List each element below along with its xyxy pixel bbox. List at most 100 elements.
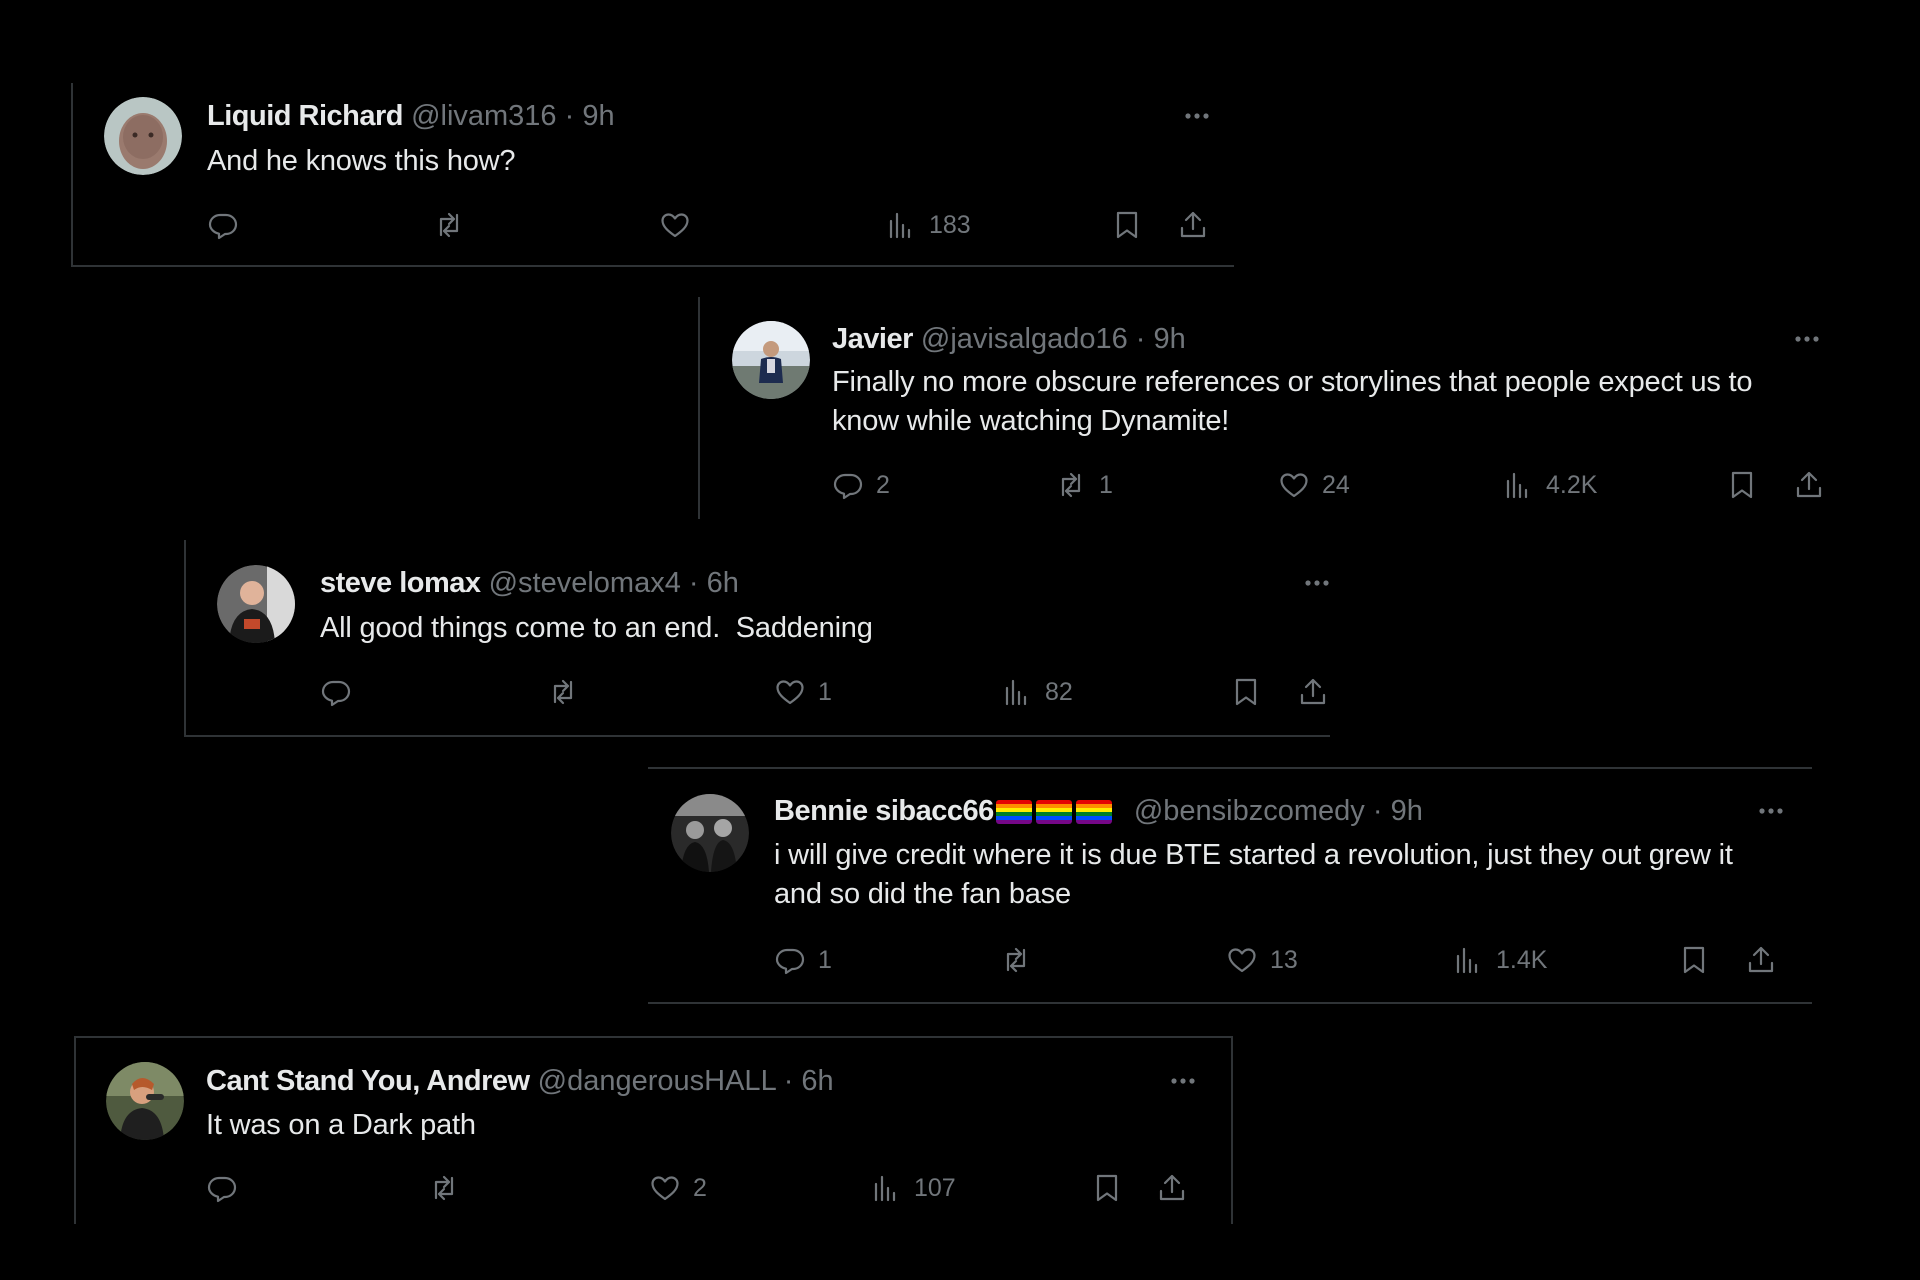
- handle[interactable]: @javisalgado16: [921, 323, 1128, 355]
- display-name[interactable]: Bennie sibacc66: [774, 795, 994, 827]
- rainbow-flag-icon: [1035, 800, 1072, 824]
- heart-icon: [1228, 948, 1256, 973]
- handle[interactable]: @dangerousHALL: [538, 1065, 776, 1097]
- timestamp[interactable]: 9h: [1391, 795, 1423, 827]
- more-dots-icon[interactable]: [1754, 794, 1788, 828]
- avatar[interactable]: [106, 1062, 184, 1140]
- tweet-header: Cant Stand You, Andrew @dangerousHALL · …: [206, 1064, 834, 1098]
- display-name[interactable]: Cant Stand You, Andrew: [206, 1065, 530, 1097]
- heart-icon: [651, 1176, 679, 1201]
- reply-icon: [207, 1176, 237, 1203]
- tweet-card[interactable]: Bennie sibacc66 @bensibzcomedy · 9h i wi…: [648, 767, 1812, 1004]
- tweet-card[interactable]: Liquid Richard @livam316 · 9h And he kno…: [71, 83, 1234, 267]
- bookmark-icon: [1096, 1174, 1118, 1202]
- reply-button[interactable]: [320, 672, 364, 712]
- repost-button[interactable]: [428, 1168, 472, 1208]
- views-button[interactable]: 4.2K: [1502, 465, 1597, 505]
- timestamp[interactable]: 6h: [801, 1065, 833, 1097]
- like-button[interactable]: 13: [1226, 940, 1298, 980]
- more-dots-icon[interactable]: [1300, 566, 1334, 600]
- reply-button[interactable]: 1: [774, 940, 832, 980]
- repost-icon: [434, 1175, 454, 1201]
- reply-count: 2: [876, 470, 890, 499]
- bookmark-button[interactable]: [1726, 465, 1758, 505]
- heart-icon: [776, 680, 804, 705]
- action-bar: 1 82: [320, 672, 1326, 712]
- avatar[interactable]: [104, 97, 182, 175]
- share-icon: [1796, 471, 1822, 498]
- bookmark-button[interactable]: [1091, 1168, 1123, 1208]
- timestamp[interactable]: 9h: [582, 100, 614, 132]
- like-count: 1: [818, 677, 832, 706]
- views-chart-icon: [1005, 679, 1027, 706]
- like-button[interactable]: 2: [649, 1168, 707, 1208]
- display-name[interactable]: Javier: [832, 323, 913, 355]
- timestamp[interactable]: 9h: [1154, 323, 1186, 355]
- views-button[interactable]: 107: [870, 1168, 956, 1208]
- tweet-card[interactable]: steve lomax @stevelomax4 · 6h All good t…: [184, 540, 1330, 737]
- action-bar: 183: [207, 205, 1207, 245]
- separator-dot: ·: [688, 567, 699, 599]
- timestamp[interactable]: 6h: [707, 567, 739, 599]
- like-count: 13: [1270, 945, 1298, 974]
- repost-icon: [553, 679, 573, 705]
- avatar[interactable]: [671, 794, 749, 872]
- tweet-text: And he knows this how?: [207, 145, 516, 177]
- views-count: 183: [929, 210, 971, 239]
- like-count: 24: [1322, 470, 1350, 499]
- share-icon: [1748, 946, 1774, 973]
- repost-button[interactable]: [1000, 940, 1044, 980]
- separator-dot: ·: [1372, 795, 1383, 827]
- share-button[interactable]: [1297, 672, 1329, 712]
- views-chart-icon: [874, 1175, 896, 1202]
- views-button[interactable]: 82: [1001, 672, 1073, 712]
- views-count: 107: [914, 1173, 956, 1202]
- bookmark-icon: [1116, 211, 1138, 239]
- display-name[interactable]: Liquid Richard: [207, 100, 404, 132]
- views-button[interactable]: 183: [885, 205, 971, 245]
- more-dots-icon[interactable]: [1790, 322, 1824, 356]
- reply-button[interactable]: [207, 205, 251, 245]
- repost-button[interactable]: [433, 205, 477, 245]
- views-count: 82: [1045, 677, 1073, 706]
- repost-icon: [1061, 472, 1081, 498]
- reply-button[interactable]: 2: [832, 465, 890, 505]
- views-chart-icon: [1456, 947, 1478, 974]
- reply-icon: [775, 948, 805, 975]
- repost-button[interactable]: 1: [1055, 465, 1113, 505]
- tweet-card[interactable]: Cant Stand You, Andrew @dangerousHALL · …: [74, 1036, 1233, 1224]
- more-dots-icon[interactable]: [1166, 1064, 1200, 1098]
- avatar[interactable]: [217, 565, 295, 643]
- share-button[interactable]: [1177, 205, 1209, 245]
- handle[interactable]: @bensibzcomedy: [1134, 795, 1365, 827]
- reply-icon: [833, 473, 863, 500]
- handle[interactable]: @livam316: [411, 100, 557, 132]
- handle[interactable]: @stevelomax4: [489, 567, 681, 599]
- tweet-header: steve lomax @stevelomax4 · 6h: [320, 566, 739, 600]
- action-bar: 2 107: [206, 1168, 1206, 1208]
- views-button[interactable]: 1.4K: [1452, 940, 1547, 980]
- separator-dot: ·: [1135, 323, 1146, 355]
- tweet-card[interactable]: Javier @javisalgado16 · 9h Finally no mo…: [698, 297, 1838, 519]
- like-button[interactable]: [659, 205, 703, 245]
- share-button[interactable]: [1745, 940, 1777, 980]
- repost-icon: [1006, 947, 1026, 973]
- heart-icon: [661, 213, 689, 238]
- share-button[interactable]: [1793, 465, 1825, 505]
- bookmark-button[interactable]: [1111, 205, 1143, 245]
- rainbow-flag-icon: [995, 800, 1032, 824]
- share-icon: [1180, 211, 1206, 238]
- reply-button[interactable]: [206, 1168, 250, 1208]
- like-button[interactable]: 24: [1278, 465, 1350, 505]
- name-emoji-group: [995, 798, 1116, 832]
- reply-count: 1: [818, 945, 832, 974]
- display-name[interactable]: steve lomax: [320, 567, 481, 599]
- like-button[interactable]: 1: [774, 672, 832, 712]
- avatar[interactable]: [732, 321, 810, 399]
- share-button[interactable]: [1156, 1168, 1188, 1208]
- bookmark-button[interactable]: [1230, 672, 1262, 712]
- repost-button[interactable]: [547, 672, 591, 712]
- repost-count: 1: [1099, 470, 1113, 499]
- bookmark-button[interactable]: [1678, 940, 1710, 980]
- more-dots-icon[interactable]: [1180, 99, 1214, 133]
